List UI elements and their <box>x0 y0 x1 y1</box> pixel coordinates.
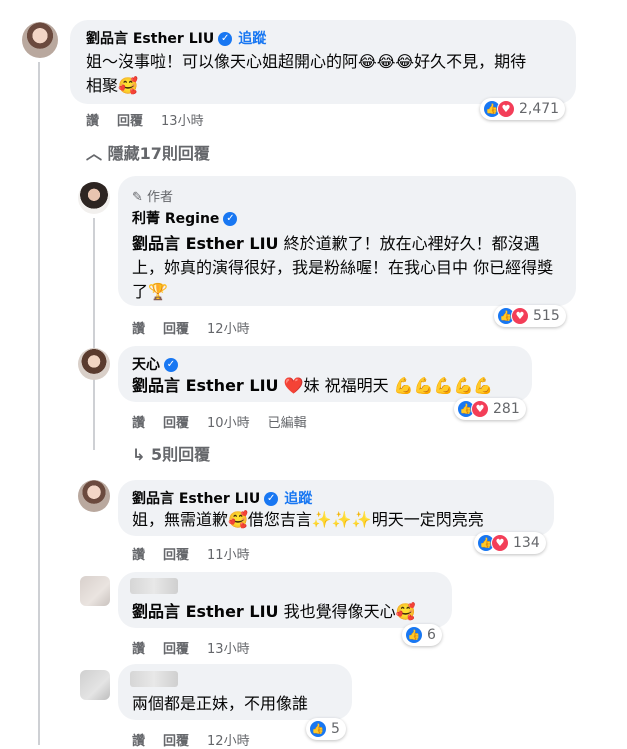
hide-replies-toggle[interactable]: ︿ 隱藏17則回覆 <box>86 140 210 164</box>
like-action[interactable]: 讚 <box>132 416 145 431</box>
reaction-summary[interactable]: 👍 ♥ 134 <box>474 532 546 554</box>
blurred-author-name <box>130 578 178 594</box>
reaction-summary[interactable]: 👍 ♥ 2,471 <box>480 98 566 120</box>
reaction-summary[interactable]: 👍 6 <box>402 624 442 646</box>
pencil-icon: ✎ <box>132 190 143 205</box>
timestamp[interactable]: 12小時 <box>207 322 250 337</box>
author-name[interactable]: 天心 <box>132 357 160 373</box>
comment-text: 姐～沒事啦！可以像天心姐超開心的阿😂😂😂好久不見，期待相聚🥰 <box>86 52 527 95</box>
comment-actions: 讚 回覆 13小時 <box>132 638 268 657</box>
reaction-summary[interactable]: 👍 5 <box>306 718 346 740</box>
edited-label[interactable]: 已編輯 <box>268 416 307 431</box>
comment-author[interactable]: 天心 ✓ <box>132 354 178 374</box>
mention-link[interactable]: 劉品言 Esther LIU <box>132 234 279 253</box>
avatar-tianxin[interactable] <box>78 348 110 380</box>
comment-actions: 讚 回覆 12小時 <box>132 318 268 337</box>
like-reaction-icon: 👍 <box>405 626 423 644</box>
chevron-up-icon: ︿ <box>86 144 103 163</box>
timestamp[interactable]: 13小時 <box>161 114 204 129</box>
verified-badge-icon: ✓ <box>164 358 178 372</box>
verified-badge-icon: ✓ <box>218 32 233 46</box>
reply-action[interactable]: 回覆 <box>163 642 189 657</box>
avatar-blurred[interactable] <box>80 576 110 606</box>
comment-actions: 讚 回覆 11小時 <box>132 544 268 563</box>
reply-arrow-icon: ↳ <box>132 445 146 464</box>
love-reaction-icon: ♥ <box>497 100 515 118</box>
love-reaction-icon: ♥ <box>511 307 529 325</box>
avatar-esther[interactable] <box>22 22 58 58</box>
comment-text: 劉品言 Esther LIU ❤️妹 祝福明天 💪💪💪💪💪 <box>132 376 494 395</box>
comment-author[interactable]: 劉品言 Esther LIU ✓ 追蹤 <box>132 488 312 508</box>
mention-link[interactable]: 劉品言 Esther LIU <box>132 376 279 395</box>
author-name[interactable]: 利菁 Regine <box>132 211 219 227</box>
like-action[interactable]: 讚 <box>86 114 99 129</box>
comment-actions: 讚回覆 12小時 <box>132 730 268 749</box>
follow-link[interactable]: 追蹤 <box>238 31 266 47</box>
reply-action[interactable]: 回覆 <box>163 416 189 431</box>
comment-actions: 讚 回覆 10小時 已編輯 <box>132 412 325 431</box>
like-action[interactable]: 讚 <box>132 642 145 657</box>
comment-text: 劉品言 Esther LIU 終於道歉了！放在心裡好久！都沒遇上，妳真的演得很好… <box>132 234 554 301</box>
author-badge: ✎ 作者 <box>132 190 174 205</box>
timestamp[interactable]: 13小時 <box>207 642 250 657</box>
avatar-esther[interactable] <box>78 480 110 512</box>
reaction-summary[interactable]: 👍 ♥ 281 <box>454 398 526 420</box>
thread-line-sub <box>93 218 95 450</box>
view-more-replies[interactable]: ↳ 5則回覆 <box>132 441 210 465</box>
avatar-regine[interactable] <box>78 182 110 214</box>
reply-action[interactable]: 回覆 <box>117 114 143 129</box>
thread-line-branch <box>38 150 40 745</box>
mention-link[interactable]: 劉品言 Esther LIU <box>132 602 279 621</box>
avatar-blurred[interactable] <box>80 670 110 700</box>
author-name[interactable]: 劉品言 Esther LIU <box>86 31 214 47</box>
comment-text: 姐，無需道歉🥰借您吉言✨✨✨明天一定閃亮亮 <box>132 510 484 529</box>
reaction-summary[interactable]: 👍 ♥ 515 <box>494 305 566 327</box>
reply-action[interactable]: 回覆 <box>163 548 189 563</box>
verified-badge-icon: ✓ <box>264 492 279 506</box>
like-action[interactable]: 讚 <box>132 548 145 563</box>
author-name[interactable]: 劉品言 Esther LIU <box>132 491 260 507</box>
love-reaction-icon: ♥ <box>471 400 489 418</box>
blurred-author-name <box>130 671 178 687</box>
verified-badge-icon: ✓ <box>223 212 238 226</box>
comment-actions: 讚 回覆 13小時 <box>86 110 222 129</box>
follow-link[interactable]: 追蹤 <box>284 491 312 507</box>
timestamp[interactable]: 11小時 <box>207 548 250 563</box>
comment-author[interactable]: 利菁 Regine ✓ <box>132 208 238 228</box>
reply-action[interactable]: 回覆 <box>163 322 189 337</box>
comment-author[interactable]: 劉品言 Esther LIU ✓ 追蹤 <box>86 28 266 48</box>
love-reaction-icon: ♥ <box>491 534 509 552</box>
like-reaction-icon: 👍 <box>309 720 327 738</box>
comment-text: 兩個都是正妹，不用像誰 <box>132 694 309 713</box>
like-action[interactable]: 讚 <box>132 322 145 337</box>
timestamp[interactable]: 10小時 <box>207 416 250 431</box>
comment-text: 劉品言 Esther LIU 我也覺得像天心🥰 <box>132 602 416 621</box>
